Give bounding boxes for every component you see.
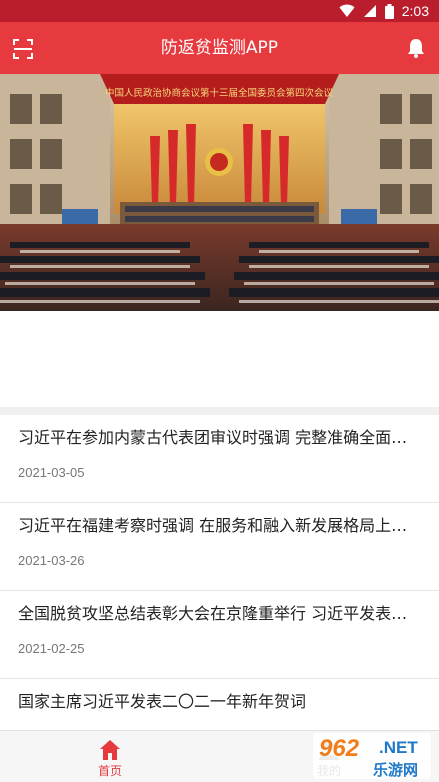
status-bar: 2:03 — [0, 0, 439, 22]
news-item[interactable]: 习近平在福建考察时强调 在服务和融入新发展格局上展现更大作为 2021-03-2… — [0, 503, 439, 591]
status-time: 2:03 — [401, 3, 429, 19]
banner-image[interactable]: 中国人民政治协商会议第十三届全国委员会第四次会议 — [0, 74, 439, 311]
app-bar: 防返贫监测APP — [0, 22, 439, 74]
signal-icon — [363, 5, 376, 17]
banner-text: 中国人民政治协商会议第十三届全国委员会第四次会议 — [105, 87, 334, 99]
watermark-number: 962 — [319, 735, 360, 762]
watermark-cn: 乐游网 — [373, 761, 419, 779]
news-date: 2021-02-25 — [18, 641, 85, 656]
section-divider — [0, 407, 439, 415]
news-item[interactable]: 全国脱贫攻坚总结表彰大会在京隆重举行 习近平发表重要讲话 2021-02-25 — [0, 591, 439, 679]
tab-home-label: 首页 — [97, 764, 122, 778]
news-date: 2021-03-26 — [18, 553, 85, 568]
watermark-logo: 962 .NET 乐游网 — [313, 733, 431, 779]
bell-icon[interactable] — [405, 37, 427, 59]
watermark-net: .NET — [379, 738, 418, 757]
news-date: 2021-03-05 — [18, 465, 85, 480]
page-title: 防返贫监测APP — [160, 38, 279, 58]
home-icon — [100, 740, 120, 760]
tab-home[interactable]: 首页 — [55, 731, 165, 782]
news-headline: 习近平在福建考察时强调 在服务和融入新发展格局上展现更大作为 — [18, 516, 423, 535]
banner-blank-area — [0, 311, 439, 407]
news-item[interactable]: 习近平在参加内蒙古代表团审议时强调 完整准确全面贯彻新发展理念 2021-03-… — [0, 415, 439, 503]
news-list: 习近平在参加内蒙古代表团审议时强调 完整准确全面贯彻新发展理念 2021-03-… — [0, 415, 439, 767]
news-headline: 全国脱贫攻坚总结表彰大会在京隆重举行 习近平发表重要讲话 — [18, 604, 423, 623]
news-headline: 习近平在参加内蒙古代表团审议时强调 完整准确全面贯彻新发展理念 — [18, 428, 423, 447]
wifi-icon — [339, 4, 355, 17]
news-headline: 国家主席习近平发表二〇二一年新年贺词 — [18, 692, 307, 711]
battery-icon — [384, 3, 394, 19]
